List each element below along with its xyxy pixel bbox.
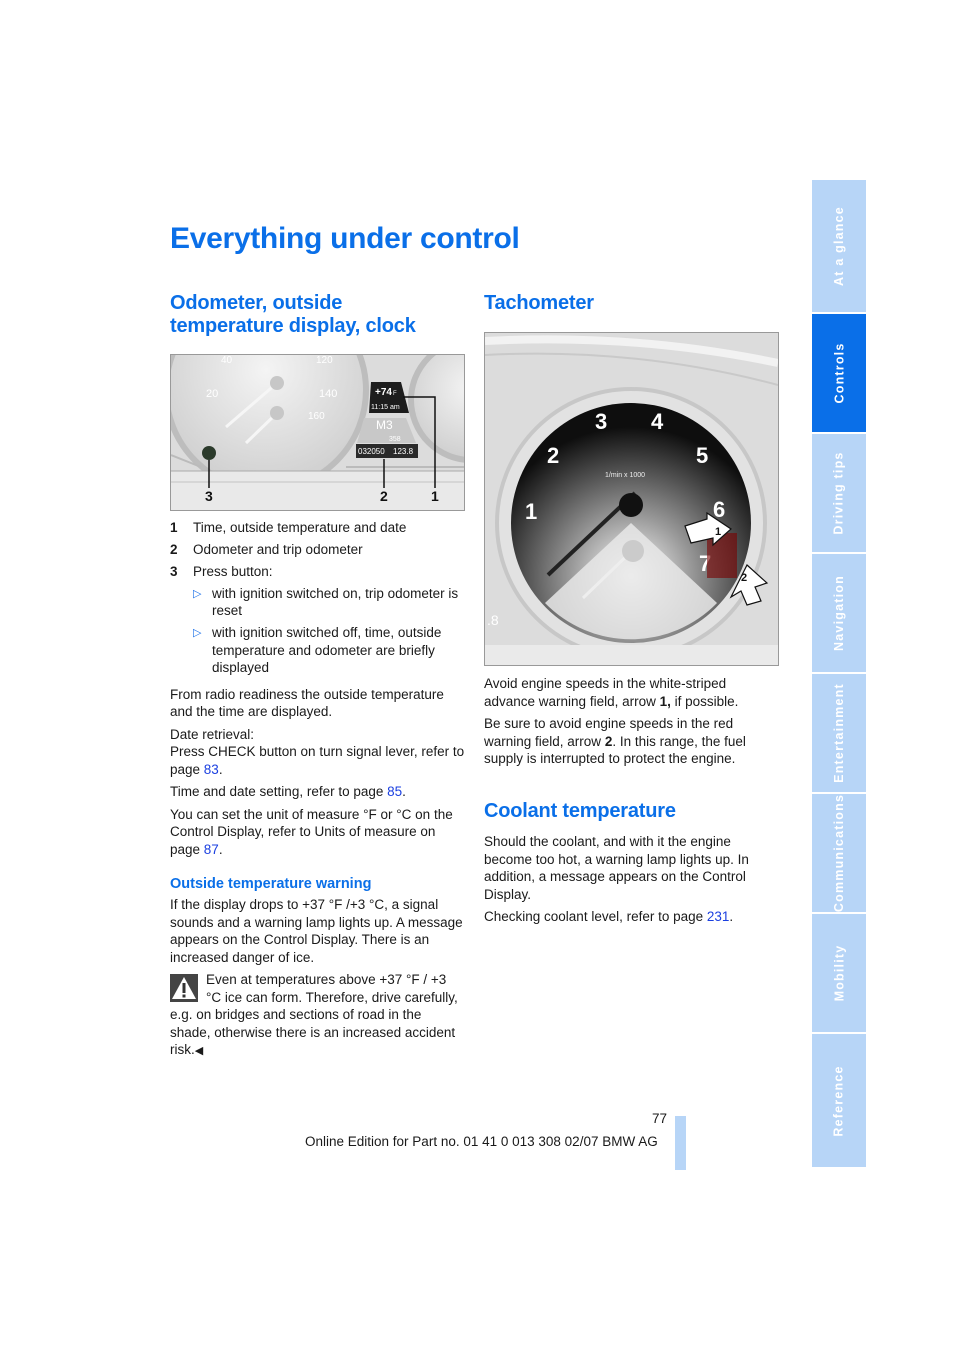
advance-warning-paragraph: Avoid engine speeds in the white-striped… — [484, 675, 779, 710]
end-mark-icon: ◀ — [194, 1045, 204, 1057]
warning-heading: Outside temperature warning — [170, 876, 372, 892]
coolant-body: Should the coolant, and with it the engi… — [484, 833, 779, 926]
side-tab-label: Navigation — [832, 575, 846, 651]
tach-number: 3 — [595, 409, 607, 434]
page-link-85[interactable]: 85 — [387, 784, 402, 799]
callout-1: 1 — [431, 488, 439, 504]
sub-list: ▷ with ignition switched on, trip odomete… — [193, 585, 465, 682]
page-title: Everything under control — [170, 222, 520, 255]
side-tab-label: At a glance — [832, 206, 847, 286]
sub-item-text: with ignition switched off, time, outsid… — [212, 625, 442, 675]
caution-paragraph: Even at temperatures above +37 °F / +3 °… — [170, 971, 465, 1061]
side-tab-label: Controls — [832, 342, 846, 404]
legend-text: Time, outside temperature and date — [193, 520, 407, 535]
speed-tick: 140 — [319, 388, 337, 400]
coolant-paragraph: Should the coolant, and with it the engi… — [484, 834, 749, 902]
page-number-marker — [675, 1116, 686, 1170]
text: Checking coolant level, refer to page — [484, 909, 707, 924]
tachometer-body: Avoid engine speeds in the white-striped… — [484, 675, 779, 768]
side-tab-label: Driving tips — [832, 451, 846, 535]
bullet-triangle-icon: ▷ — [193, 627, 202, 639]
side-tab-mobility[interactable]: Mobility — [812, 914, 866, 1032]
sub-item: ▷ with ignition switched off, time, outsi… — [193, 624, 465, 677]
arrow-label-2: 2 — [741, 572, 747, 584]
bullet-triangle-icon: ▷ — [193, 587, 202, 600]
tach-number: 4 — [651, 409, 664, 434]
side-tab-label: Entertainment — [832, 683, 847, 783]
legend-text: Odometer and trip odometer — [193, 542, 363, 557]
odometer-figure: 40 120 20 140 160 +74 F 11:15 am M3 358 … — [170, 354, 465, 511]
time-setting-paragraph: Time and date setting, refer to page 85. — [170, 784, 406, 799]
arrow-label-1: 1 — [715, 526, 721, 538]
side-tab-reference[interactable]: Reference — [812, 1034, 866, 1167]
page-link-83[interactable]: 83 — [204, 762, 219, 777]
temp-unit-readout: F — [393, 391, 397, 397]
legend-list: 1 Time, outside temperature and date 2 Odo… — [170, 519, 465, 681]
side-tab-navigation[interactable]: Navigation — [812, 554, 866, 672]
sub-item: ▷ with ignition switched on, trip odomete… — [193, 585, 465, 620]
side-tab-label: Reference — [832, 1064, 846, 1137]
speed-tick: 120 — [316, 355, 333, 366]
side-tab-label: Communications — [832, 793, 847, 913]
legend-number: 1 — [170, 520, 178, 535]
caution-text: Even at temperatures above +37 °F / +3 °… — [170, 972, 458, 1057]
tachometer-heading: Tachometer — [484, 292, 594, 314]
time-readout: 11:15 am — [371, 404, 400, 411]
model-readout: M3 — [376, 418, 393, 432]
warning-triangle-icon — [170, 974, 198, 1002]
text: Time and date setting, refer to page — [170, 784, 388, 799]
legend-item: 2 Odometer and trip odometer — [170, 541, 465, 559]
tach-number: 2 — [547, 443, 559, 468]
callout-3: 3 — [205, 488, 213, 504]
date-retrieval-paragraph: Press CHECK button on turn signal lever,… — [170, 744, 465, 777]
tach-scale-label: 1/min x 1000 — [605, 472, 645, 479]
tach-hub — [619, 493, 643, 517]
bold-ref: 1, — [659, 693, 671, 709]
instrument-cluster-illustration: 40 120 20 140 160 +74 F 11:15 am M3 358 … — [171, 355, 464, 510]
tach-number: 1 — [525, 499, 537, 524]
unit-paragraph: You can set the unit of measure °F or °C… — [170, 806, 453, 857]
red-warning-field — [707, 533, 737, 578]
temp-readout: +74 — [375, 387, 392, 398]
side-tab-controls[interactable]: Controls — [812, 314, 866, 432]
coolant-level-paragraph: Checking coolant level, refer to page 23… — [484, 909, 734, 924]
side-tab-driving-tips[interactable]: Driving tips — [812, 434, 866, 552]
date-retrieval-label: Date retrieval: — [170, 726, 255, 742]
legend-item: 1 Time, outside temperature and date — [170, 519, 465, 537]
page-link-231[interactable]: 231 — [707, 909, 730, 924]
side-tab-entertainment[interactable]: Entertainment — [812, 674, 866, 792]
range-readout: 358 — [389, 436, 401, 443]
odometer-heading: Odometer, outside temperature display, c… — [170, 292, 416, 337]
red-warning-paragraph: Be sure to avoid engine speeds in the re… — [484, 715, 779, 768]
text: if possible. — [670, 693, 739, 709]
legend-number: 3 — [170, 564, 178, 579]
speed-tick: 160 — [308, 411, 325, 422]
legend-item: 3 Press button: ▷ with ignition switched o… — [170, 563, 465, 681]
radio-readiness-paragraph: From radio readiness the outside tempera… — [170, 686, 444, 720]
reset-button — [202, 446, 216, 460]
page-number: 77 — [651, 1111, 667, 1126]
sub-item-text: with ignition switched on, trip odometer… — [212, 585, 459, 619]
page-link-87[interactable]: 87 — [204, 842, 219, 857]
side-tab-communications[interactable]: Communications — [812, 794, 866, 912]
side-tab-at-a-glance[interactable]: At a glance — [812, 180, 866, 312]
speed-tick: 40 — [221, 355, 233, 366]
legend-text: Press button: — [193, 564, 273, 579]
coolant-heading: Coolant temperature — [484, 800, 676, 822]
tachometer-figure: 3 4 2 5 1 6 7 1/min x 1000 1 2 .8 — [484, 332, 779, 666]
speed-tick: 20 — [206, 388, 218, 400]
warning-paragraph: If the display drops to +37 °F /+3 °C, a… — [170, 897, 463, 965]
odometer-body: 1 Time, outside temperature and date 2 Odo… — [170, 519, 465, 1061]
footer-edition: Online Edition for Part no. 01 41 0 013 … — [305, 1134, 658, 1149]
odometer-readout: 032050 — [358, 447, 385, 456]
trip-readout: 123.8 — [393, 447, 414, 456]
side-tab-label: Mobility — [832, 944, 847, 1002]
tachometer-illustration: 3 4 2 5 1 6 7 1/min x 1000 1 2 .8 — [485, 333, 778, 665]
callout-2: 2 — [380, 488, 388, 504]
legend-number: 2 — [170, 542, 178, 557]
side-gauge-value: .8 — [487, 612, 499, 628]
tach-number: 5 — [696, 443, 708, 468]
